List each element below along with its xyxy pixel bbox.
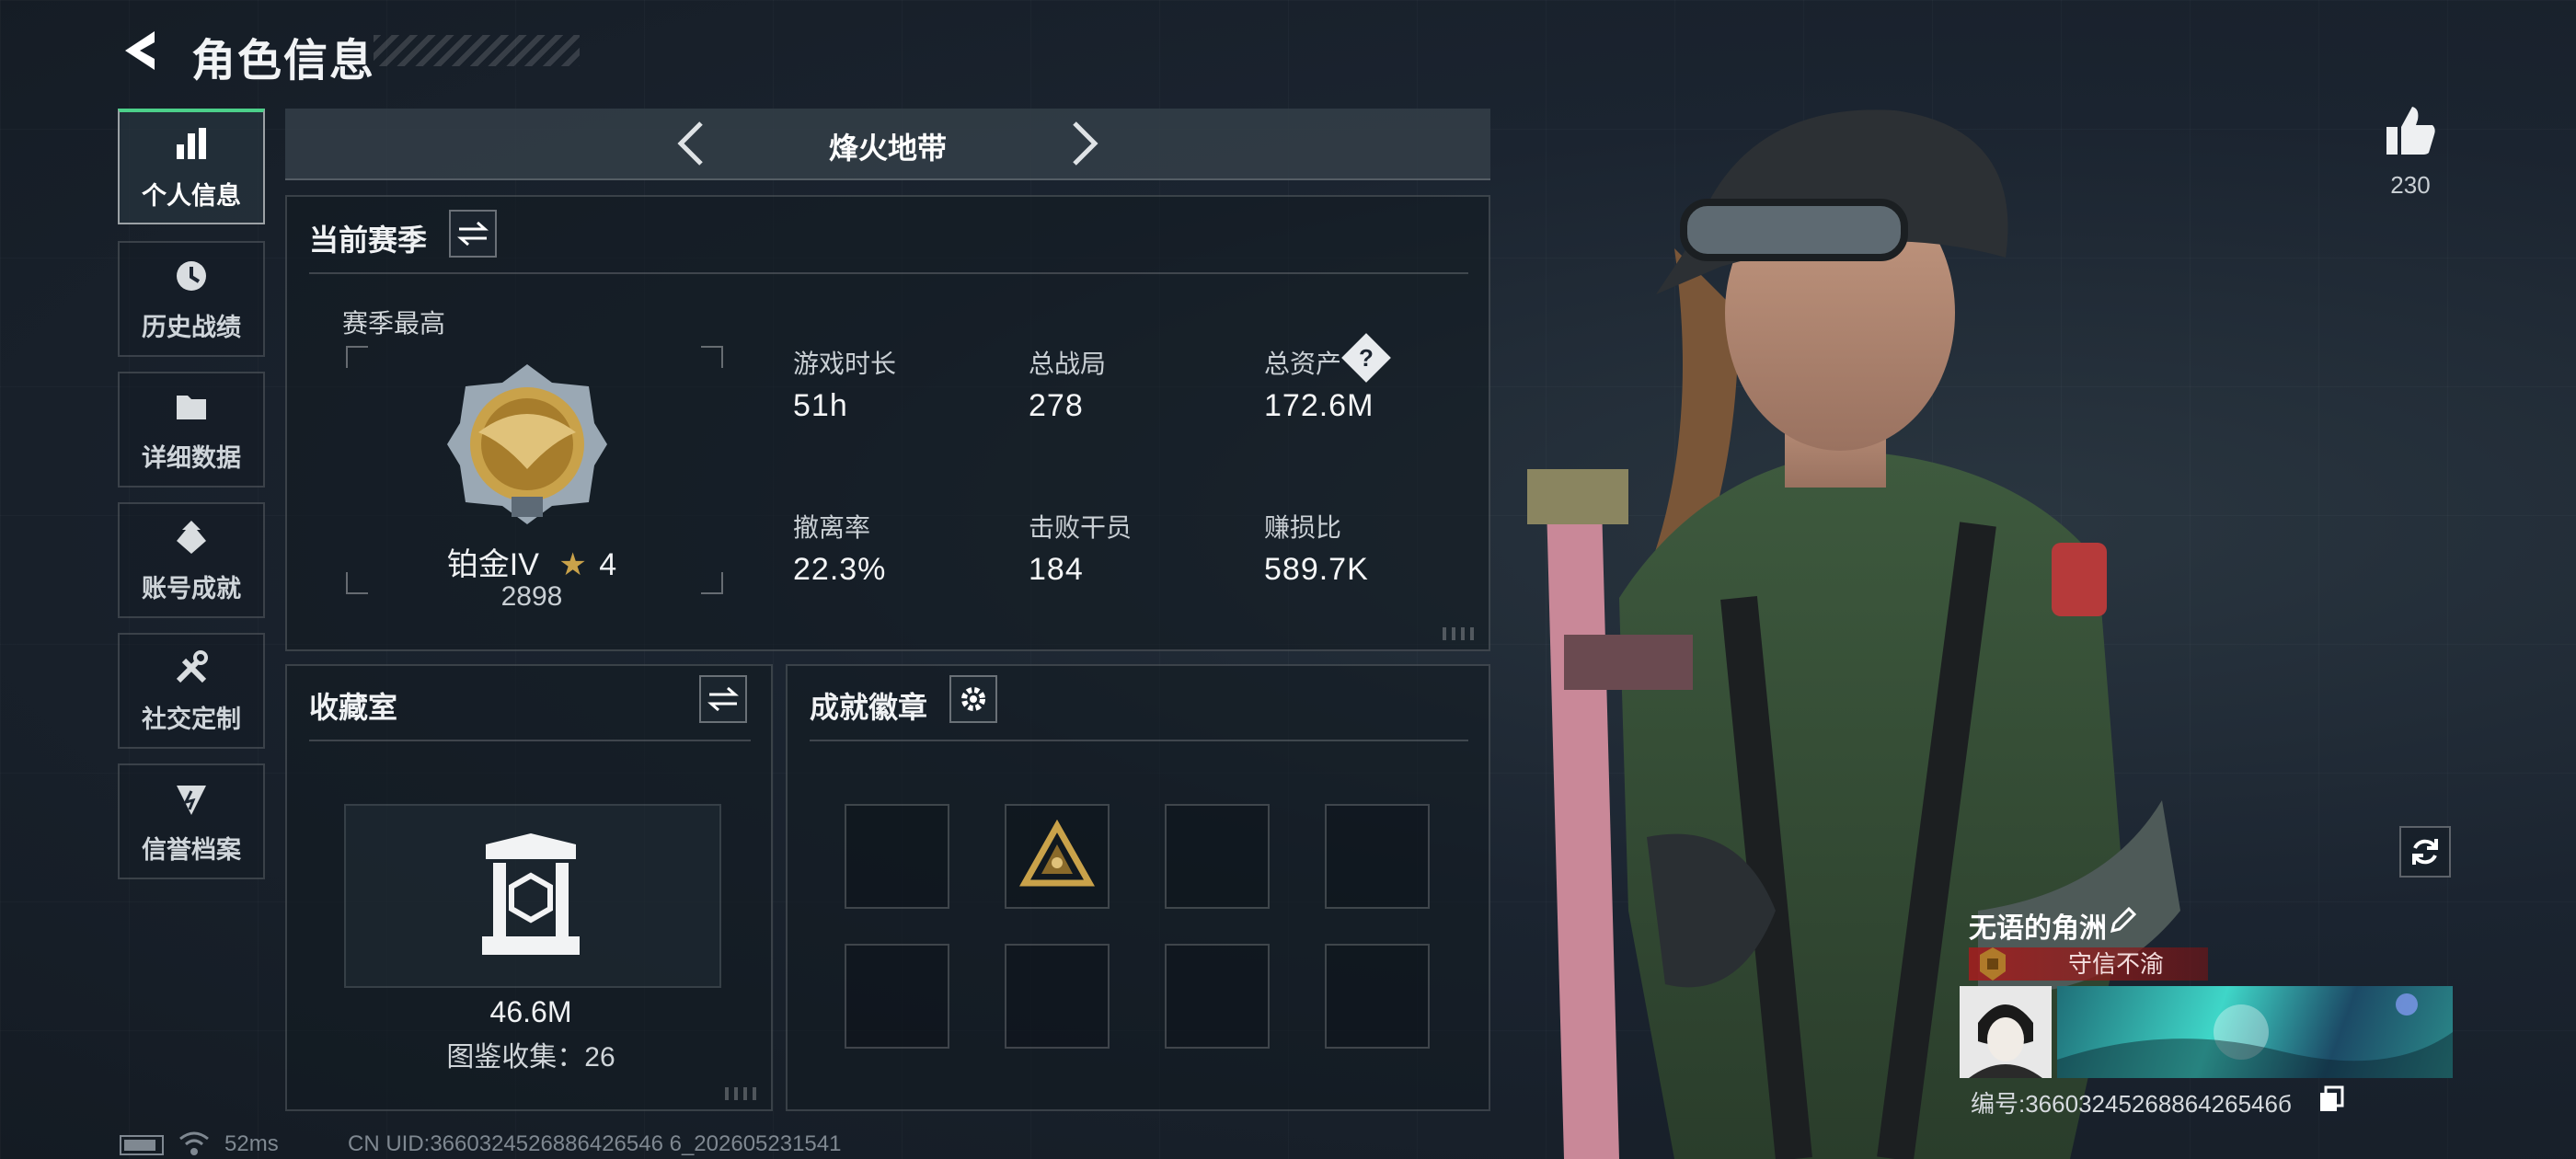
player-title: 守信不渝 [2067, 950, 2164, 978]
player-banner[interactable] [2057, 986, 2453, 1078]
title-emblem-icon [1980, 947, 2006, 981]
achievements-heading: 成就徽章 [810, 691, 928, 724]
corner-decoration [1443, 627, 1479, 640]
bar-chart-icon [171, 124, 212, 165]
nav-reputation-file[interactable]: 信誉档案 [118, 763, 265, 879]
battery-icon [120, 1135, 164, 1155]
stat-value: 589.7K [1264, 552, 1369, 587]
corner-decoration [725, 1087, 762, 1100]
rank-badge-icon [447, 364, 607, 524]
folder-icon [171, 386, 212, 427]
wifi-icon [179, 1131, 209, 1155]
collection-panel[interactable]: 收藏室 46.6M 图鉴收集：26 [285, 664, 773, 1111]
season-switch-button[interactable] [449, 210, 497, 258]
copy-icon[interactable] [2318, 1085, 2346, 1113]
achievements-divider [810, 740, 1468, 741]
gear-icon [961, 687, 985, 711]
badge-slot[interactable] [1005, 804, 1110, 909]
star-icon: ★ [558, 547, 587, 582]
nav-account-achievements[interactable]: 账号成就 [118, 502, 265, 618]
badge-slot[interactable] [1165, 804, 1270, 909]
season-best-label: 赛季最高 [342, 309, 446, 338]
player-name: 无语的角洲 [1969, 913, 2107, 944]
season-heading: 当前赛季 [309, 224, 428, 257]
achievement-icon [171, 517, 212, 557]
stat-label: 赚损比 [1264, 513, 1342, 542]
stat-value: 22.3% [793, 552, 887, 587]
season-divider [309, 272, 1468, 274]
badge-slot[interactable] [1325, 804, 1430, 909]
player-avatar[interactable] [1960, 986, 2052, 1078]
banner-artwork [2057, 993, 2453, 1078]
refresh-icon [2412, 839, 2438, 865]
tools-icon [171, 648, 212, 688]
stat-value: 278 [1029, 388, 1084, 423]
avatar-illustration [1969, 1004, 2042, 1078]
collection-value: 46.6M [489, 995, 572, 1028]
shield-icon [171, 778, 212, 819]
display-case-icon [482, 833, 580, 955]
edit-pencil-icon[interactable] [2107, 905, 2138, 936]
catalog-count: 图鉴收集：26 [446, 1042, 615, 1073]
nav-match-history[interactable]: 历史战绩 [118, 241, 265, 357]
nav-label: 个人信息 [142, 181, 241, 210]
rank-display: 铂金IV ★ 4 [287, 539, 776, 584]
stat-value: 51h [793, 388, 848, 423]
refresh-button[interactable] [2399, 826, 2451, 878]
nav-label: 历史战绩 [142, 313, 241, 341]
season-panel: 当前赛季 赛季最高 铂金IV ★ 4 2898 游戏时长 51h 总战局 278… [285, 195, 1490, 651]
collection-heading: 收藏室 [309, 691, 398, 724]
stat-value: 184 [1029, 552, 1084, 587]
triangle-badge-icon [1019, 819, 1095, 887]
achievements-settings-button[interactable] [949, 675, 997, 723]
nav-personal-info[interactable]: 个人信息 [118, 109, 265, 224]
stat-label: 总战局 [1029, 350, 1107, 378]
stat-label: 撤离率 [793, 513, 871, 542]
ping-display: 52ms [224, 1131, 279, 1156]
nav-label: 社交定制 [142, 705, 241, 733]
player-id: 编号:3660324526886426546б [1971, 1090, 2292, 1118]
chevron-right-icon[interactable] [1056, 118, 1108, 169]
rank-points: 2898 [500, 581, 563, 612]
help-mark: ? [1359, 343, 1374, 372]
stat-value: 172.6M [1264, 388, 1374, 423]
help-icon[interactable]: ? [1341, 333, 1391, 383]
title-decoration [374, 35, 580, 66]
collection-switch-button[interactable] [699, 675, 747, 723]
nav-detailed-data[interactable]: 详细数据 [118, 372, 265, 488]
badge-slot[interactable] [845, 944, 949, 1049]
achievements-panel: 成就徽章 [786, 664, 1490, 1111]
nav-label: 账号成就 [142, 574, 241, 602]
stat-label: 游戏时长 [793, 350, 897, 378]
badge-slot[interactable] [1165, 944, 1270, 1049]
clock-icon [171, 256, 212, 296]
nav-social-customization[interactable]: 社交定制 [118, 633, 265, 749]
like-count: 230 [2390, 171, 2431, 199]
back-arrow-icon[interactable] [118, 28, 164, 74]
mode-title: 烽火地带 [828, 132, 947, 165]
badge-slot[interactable] [1005, 944, 1110, 1049]
badge-slot[interactable] [1325, 944, 1430, 1049]
stat-label: 击败干员 [1029, 513, 1133, 542]
nav-label: 信誉档案 [142, 835, 241, 864]
page-title: 角色信息 [191, 37, 376, 86]
mode-selector: 烽火地带 [285, 109, 1490, 180]
thumbs-up-icon[interactable] [2383, 103, 2438, 158]
uid-display: CN UID:3660324526886426546 6_20260523154… [348, 1131, 842, 1156]
collection-divider [309, 740, 751, 741]
rank-name: 铂金IV [446, 547, 539, 582]
rank-stars: 4 [599, 547, 617, 582]
swap-icon [457, 221, 489, 247]
badge-slot[interactable] [845, 804, 949, 909]
nav-label: 详细数据 [142, 443, 241, 472]
stat-label: 总资产 [1264, 350, 1342, 378]
swap-icon [707, 686, 739, 712]
